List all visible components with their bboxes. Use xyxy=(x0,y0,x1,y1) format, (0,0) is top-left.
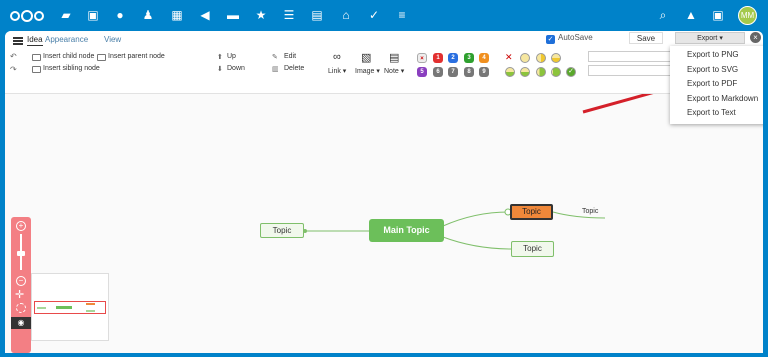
insert-sibling-icon[interactable] xyxy=(32,66,41,73)
insert-parent-button[interactable]: Insert parent node xyxy=(108,53,165,60)
notes-icon[interactable]: ▤ xyxy=(310,8,324,22)
image-button[interactable]: Image ▾ xyxy=(355,67,380,75)
progress-1-icon[interactable] xyxy=(536,53,546,63)
contacts-menu-icon[interactable]: ▣ xyxy=(711,8,725,22)
calendar-icon[interactable]: ▦ xyxy=(170,8,184,22)
text-icon[interactable]: ≡ xyxy=(395,8,409,22)
save-button[interactable]: Save xyxy=(629,32,663,44)
priority-7[interactable]: 7 xyxy=(448,67,458,77)
progress-4-icon[interactable] xyxy=(520,67,530,77)
insert-parent-icon[interactable] xyxy=(97,54,106,61)
priority-3[interactable]: 3 xyxy=(464,53,474,63)
minimap-selected-node xyxy=(86,303,95,305)
insert-child-button[interactable]: Insert child node xyxy=(43,53,94,60)
redo-icon[interactable]: ↷ xyxy=(10,65,17,74)
minimap-left-node xyxy=(37,307,46,309)
zoom-in-icon[interactable]: + xyxy=(16,221,26,231)
editor-toolbar: Idea Appearance View ↶ ↷ Insert child no… xyxy=(5,31,763,94)
contacts-icon[interactable]: ♟ xyxy=(141,8,155,22)
priority-9[interactable]: 9 xyxy=(479,67,489,77)
delete-icon[interactable]: ▥ xyxy=(272,65,279,73)
up-button[interactable]: Up xyxy=(227,53,236,60)
link-button[interactable]: Link ▾ xyxy=(328,67,346,75)
note-icon[interactable]: ▤ xyxy=(389,51,399,64)
font-input[interactable] xyxy=(588,51,676,62)
edit-button[interactable]: Edit xyxy=(284,53,296,60)
menu-item-export-pdf[interactable]: Export to PDF xyxy=(687,79,737,88)
tab-appearance[interactable]: Appearance xyxy=(45,33,88,46)
priority-5[interactable]: 5 xyxy=(417,67,427,77)
close-icon[interactable]: × xyxy=(750,32,761,43)
activity-icon[interactable]: ● xyxy=(113,8,127,22)
nextcloud-logo[interactable] xyxy=(9,10,45,22)
topic-node-right-bottom[interactable]: Topic xyxy=(511,241,554,257)
menu-item-export-markdown[interactable]: Export to Markdown xyxy=(687,94,758,103)
progress-3-icon[interactable] xyxy=(505,67,515,77)
files-icon[interactable]: ▰ xyxy=(59,8,73,22)
topic-node-selected[interactable]: Topic xyxy=(510,204,553,220)
favorites-icon[interactable]: ★ xyxy=(254,8,268,22)
main-topic-node[interactable]: Main Topic xyxy=(369,219,444,242)
export-menu: Export to PNG Export to SVG Export to PD… xyxy=(670,46,763,124)
checklist-icon[interactable]: ✓ xyxy=(367,8,381,22)
tasks-icon[interactable]: ☰ xyxy=(282,8,296,22)
font-size-input[interactable] xyxy=(588,65,676,76)
topic-subnode[interactable]: Topic xyxy=(582,208,598,215)
zoom-out-icon[interactable]: − xyxy=(16,276,26,286)
tab-idea[interactable]: Idea xyxy=(27,33,43,46)
priority-8[interactable]: 8 xyxy=(464,67,474,77)
link-icon[interactable]: ∞ xyxy=(333,51,341,63)
up-arrow-icon[interactable]: ⬆ xyxy=(217,53,223,61)
minimap-main-node xyxy=(56,306,72,309)
progress-6-icon[interactable] xyxy=(551,67,561,77)
top-navigation-bar: ▰ ▣ ● ♟ ▦ ◀ ▬ ★ ☰ ▤ ⌂ ✓ ≡ ⌕ ▲ ▣ MM xyxy=(0,0,768,31)
photos-icon[interactable]: ▣ xyxy=(86,8,100,22)
progress-2-icon[interactable] xyxy=(551,53,561,63)
zoom-slider-handle[interactable] xyxy=(17,251,25,256)
zoom-panel: + − ✛ ◉ xyxy=(11,217,31,353)
delete-button[interactable]: Delete xyxy=(284,65,304,72)
minimap-navigator[interactable] xyxy=(31,273,109,341)
insert-sibling-button[interactable]: Insert sibling node xyxy=(43,65,100,72)
insert-child-icon[interactable] xyxy=(32,54,41,61)
image-icon[interactable]: ▧ xyxy=(361,51,371,64)
progress-done-icon[interactable]: ✓ xyxy=(566,67,576,77)
note-button[interactable]: Note ▾ xyxy=(384,67,404,75)
audio-icon[interactable]: ◀ xyxy=(198,8,212,22)
notifications-icon[interactable]: ▲ xyxy=(684,8,698,22)
menu-hamburger-icon[interactable] xyxy=(13,37,23,45)
export-dropdown-button[interactable]: Export ▾ xyxy=(675,32,745,44)
menu-item-export-svg[interactable]: Export to SVG xyxy=(687,65,738,74)
fit-view-icon[interactable] xyxy=(16,303,26,313)
priority-6[interactable]: 6 xyxy=(433,67,443,77)
menu-item-export-png[interactable]: Export to PNG xyxy=(687,50,739,59)
topic-node-left[interactable]: Topic xyxy=(260,223,304,238)
priority-2[interactable]: 2 xyxy=(448,53,458,63)
mindmap-app: Idea Appearance View ↶ ↷ Insert child no… xyxy=(5,31,763,353)
move-icon[interactable]: ✛ xyxy=(15,290,24,301)
progress-0-icon[interactable] xyxy=(520,53,530,63)
menu-item-export-text[interactable]: Export to Text xyxy=(687,108,736,117)
checkbox-checked-icon[interactable]: ✓ xyxy=(546,35,555,44)
autosave-toggle[interactable]: ✓ AutoSave xyxy=(546,33,593,44)
priority-clear-icon[interactable]: × xyxy=(417,53,427,63)
search-icon[interactable]: ⌕ xyxy=(656,8,670,22)
undo-icon[interactable]: ↶ xyxy=(10,52,17,61)
minimap-bottom-node xyxy=(86,310,95,312)
tab-view[interactable]: View xyxy=(104,33,121,46)
progress-5-icon[interactable] xyxy=(536,67,546,77)
mindmap-canvas[interactable]: Topic Main Topic Topic Topic Topic xyxy=(5,94,763,353)
navigator-eye-icon[interactable]: ◉ xyxy=(11,317,31,329)
down-arrow-icon[interactable]: ⬇ xyxy=(217,65,223,73)
avatar[interactable]: MM xyxy=(738,6,757,25)
priority-1[interactable]: 1 xyxy=(433,53,443,63)
down-button[interactable]: Down xyxy=(227,65,245,72)
priority-4[interactable]: 4 xyxy=(479,53,489,63)
edit-icon[interactable]: ✎ xyxy=(272,53,278,61)
deck-icon[interactable]: ▬ xyxy=(226,8,240,22)
news-icon[interactable]: ⌂ xyxy=(339,8,353,22)
autosave-label: AutoSave xyxy=(558,33,593,42)
progress-clear-icon[interactable]: ✕ xyxy=(505,52,513,63)
